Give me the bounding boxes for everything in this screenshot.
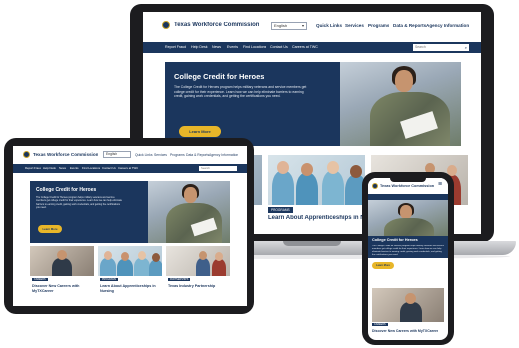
nav-help-desk[interactable]: Help Desk (191, 45, 208, 49)
nav-report-fraud[interactable]: Report Fraud (165, 45, 186, 49)
topnav-programs[interactable]: Programs (368, 23, 389, 28)
twc-seal-icon (23, 151, 30, 158)
nav-contact-us[interactable]: Contact Us (270, 45, 288, 49)
nav-careers-at-twc[interactable]: Careers at TWC (292, 45, 318, 49)
phone-notch (390, 177, 426, 182)
tablet-nav-find-locations[interactable]: Find Locations (82, 166, 100, 170)
tablet-nav-help-desk[interactable]: Help Desk (43, 166, 56, 170)
language-value: English (106, 152, 118, 156)
tablet-nav-news[interactable]: News (59, 166, 66, 170)
phone-hero-title: College Credit for Heroes (372, 238, 418, 242)
phone-screen: Texas Workforce Commission ≡ College Cre… (368, 178, 448, 340)
tablet-topnav-quick-links[interactable]: Quick Links (135, 153, 153, 157)
card-title-careers[interactable]: Discover New Careers with MyTXCareer (32, 284, 94, 293)
hero-body: The College Credit for Heroes program he… (174, 85, 307, 99)
tablet-learn-more-button[interactable]: Learn More (38, 225, 62, 233)
card-image-nursing (268, 155, 365, 205)
tablet-topnav-services[interactable]: Services (154, 153, 167, 157)
card-tag-careers: CAREERS (32, 278, 48, 281)
phone-hero-body: The College Credit for Heroes program he… (372, 245, 444, 256)
hero-title: College Credit for Heroes (174, 72, 265, 81)
phone-hero-banner: College Credit for Heroes The College Cr… (368, 200, 448, 258)
learn-more-button[interactable]: Learn More (179, 126, 221, 137)
tablet-nav-events[interactable]: Events (70, 166, 79, 170)
tablet-site-title[interactable]: Texas Workforce Commission (33, 152, 98, 157)
language-value: English (274, 23, 288, 28)
tablet-card-careers[interactable]: CAREERS Discover New Careers with MyTXCa… (30, 246, 94, 304)
tablet-topnav-programs[interactable]: Programs (170, 153, 185, 157)
phone-site-title[interactable]: Texas Workforce Commission (380, 184, 434, 188)
tablet-language-select[interactable]: English (103, 151, 131, 158)
nav-news[interactable]: News (212, 45, 221, 49)
tablet-site-header: Texas Workforce Commission English Quick… (13, 146, 247, 164)
card-title-industry[interactable]: Texas Industry Partnership (168, 284, 230, 289)
card-title-nursing[interactable]: Learn About Apprenticeships in Nursing (100, 284, 162, 293)
site-title[interactable]: Texas Workforce Commission (174, 22, 259, 28)
topnav-agency-information[interactable]: Agency Information (426, 23, 469, 28)
nav-find-locations[interactable]: Find Locations (243, 45, 266, 49)
card-image-nursing (98, 246, 162, 276)
phone-card-image-careers (372, 288, 444, 322)
site-header: Texas Workforce Commission English ▾ Qui… (143, 12, 481, 42)
card-tag-programs: PROGRAMS (100, 278, 118, 281)
main-nav: Report Fraud Help Desk News Events Find … (143, 42, 481, 53)
topnav-services[interactable]: Services (345, 23, 364, 28)
hero-banner: College Credit for Heroes The College Cr… (165, 62, 461, 146)
topnav-quick-links[interactable]: Quick Links (316, 23, 342, 28)
tablet-card-industry[interactable]: PARTNERSHIPS Texas Industry Partnership (166, 246, 230, 304)
phone-hero-photo-soldier (368, 200, 448, 236)
card-image-careers (30, 246, 94, 276)
card-tag-programs: PROGRAMS (268, 207, 293, 213)
tablet-nav-report-fraud[interactable]: Report Fraud (25, 166, 41, 170)
twc-seal-icon (162, 21, 170, 29)
phone-card-title-careers[interactable]: Discover New Careers with MyTXCareer (372, 329, 438, 333)
tablet-hero-title: College Credit for Heroes (36, 187, 97, 193)
tablet-hero-photo-soldier (148, 181, 230, 243)
search-placeholder: Search (201, 166, 210, 170)
tablet-search-input[interactable]: Search (199, 166, 237, 171)
tablet-main-nav: Report Fraud Help Desk News Events Find … (13, 164, 247, 173)
topnav-data-reports[interactable]: Data & Reports (393, 23, 426, 28)
card-image-industry (166, 246, 230, 276)
hero-photo-soldier (340, 62, 461, 146)
tablet-card-nursing[interactable]: PROGRAMS Learn About Apprenticeships in … (98, 246, 162, 304)
tablet-topnav-agency-information[interactable]: Agency Information (209, 153, 238, 157)
tablet-hero-banner: College Credit for Heroes The College Cr… (30, 181, 230, 243)
laptop-notch (283, 241, 341, 246)
tablet-screen: Texas Workforce Commission English Quick… (13, 146, 247, 306)
twc-seal-icon (372, 183, 378, 189)
tablet-nav-contact-us[interactable]: Contact Us (102, 166, 116, 170)
tablet-topnav-data-reports[interactable]: Data & Reports (186, 153, 209, 157)
nav-events[interactable]: Events (227, 45, 238, 49)
phone-learn-more-button[interactable]: Learn More (372, 262, 394, 269)
language-select[interactable]: English ▾ (271, 22, 307, 30)
phone-card-tag-careers: CAREERS (372, 323, 388, 326)
search-placeholder: Search (415, 45, 426, 49)
tablet-hero-body: The College Credit for Heroes program he… (36, 196, 122, 209)
card-tag-partnerships: PARTNERSHIPS (168, 278, 191, 281)
search-input[interactable]: Search ⌕ (413, 44, 469, 51)
tablet-nav-careers-at-twc[interactable]: Careers at TWC (118, 166, 138, 170)
chevron-down-icon: ▾ (301, 23, 304, 28)
hamburger-menu-icon[interactable]: ≡ (438, 181, 442, 188)
search-icon[interactable]: ⌕ (465, 44, 467, 51)
